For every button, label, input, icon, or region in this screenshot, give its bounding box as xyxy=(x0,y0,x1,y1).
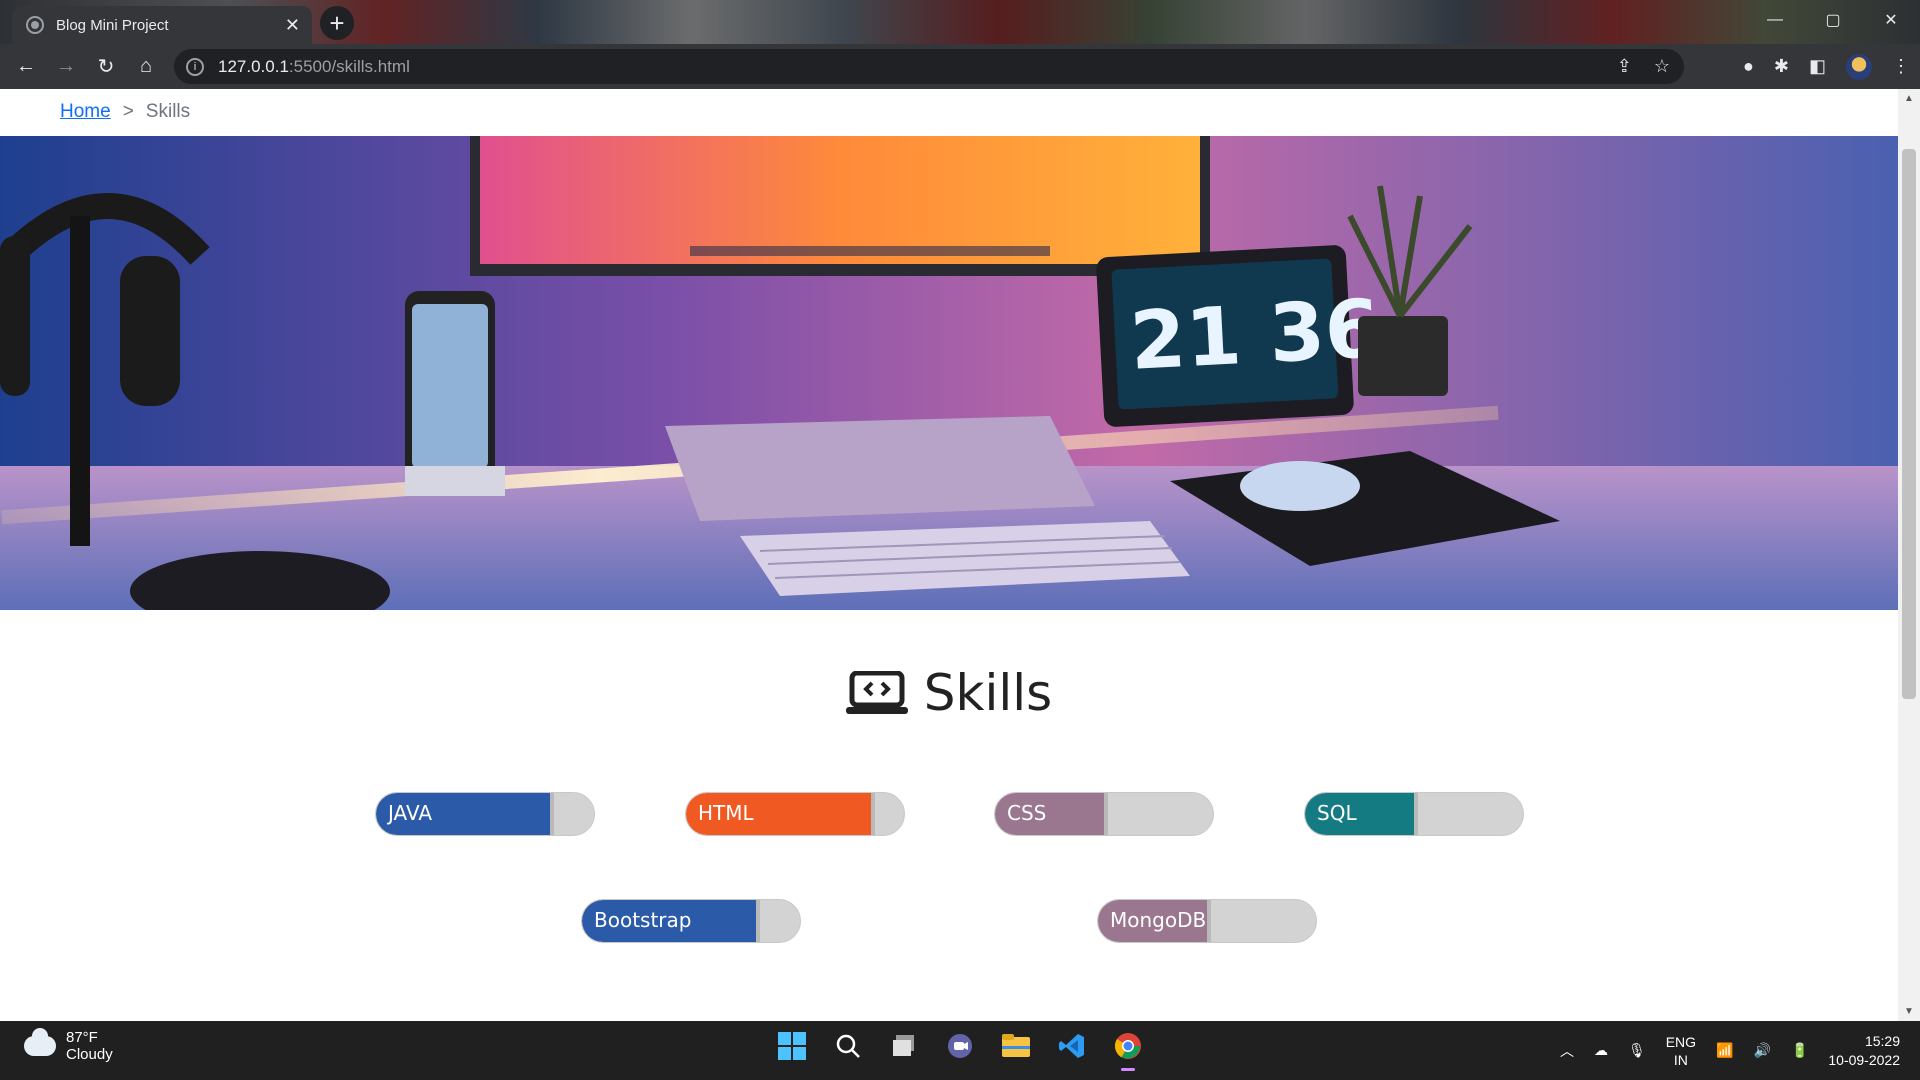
file-explorer-icon[interactable] xyxy=(999,1029,1033,1063)
skill-label: MongoDB xyxy=(1110,908,1207,932)
chrome-icon[interactable] xyxy=(1111,1029,1145,1071)
lang-region: IN xyxy=(1673,1051,1688,1068)
url-path: :5500/skills.html xyxy=(288,56,410,76)
wifi-icon[interactable]: 📶 xyxy=(1716,1042,1733,1059)
close-window-button[interactable]: ✕ xyxy=(1868,0,1914,40)
task-view-icon[interactable] xyxy=(887,1029,921,1063)
globe-icon xyxy=(26,16,44,34)
weather-temperature: 87°F xyxy=(66,1029,98,1046)
scroll-up-icon[interactable]: ▲ xyxy=(1904,93,1914,104)
skills-heading: Skills xyxy=(0,664,1898,722)
share-icon[interactable]: ⇪ xyxy=(1617,56,1632,77)
browser-toolbar: ← → ↻ ⌂ i 127.0.0.1:5500/skills.html ⇪ ☆… xyxy=(0,44,1920,89)
weather-widget[interactable]: 87°F Cloudy xyxy=(24,1028,113,1063)
taskbar-clock[interactable]: 15:29 10-09-2022 xyxy=(1828,1032,1900,1070)
extension-shield-icon[interactable]: ● xyxy=(1743,56,1754,77)
cloudy-weather-icon xyxy=(24,1028,56,1056)
side-panel-icon[interactable]: ◧ xyxy=(1809,56,1826,77)
page-content: Home > Skills 21 36 Skills JAVA HTML CSS… xyxy=(0,89,1898,1021)
browser-tab[interactable]: Blog Mini Project ✕ xyxy=(12,6,312,44)
onedrive-icon[interactable]: ☁ xyxy=(1594,1042,1608,1059)
breadcrumb-home-link[interactable]: Home xyxy=(60,101,111,123)
windows-start-icon[interactable] xyxy=(775,1029,809,1063)
skill-label: SQL xyxy=(1317,801,1357,825)
new-tab-button[interactable]: + xyxy=(320,6,354,40)
input-language[interactable]: ENG IN xyxy=(1666,1033,1696,1069)
lang-code: ENG xyxy=(1665,1033,1697,1050)
browser-titlebar: Blog Mini Project ✕ + — ▢ ✕ xyxy=(0,0,1920,44)
desk-setup-illustration: 21 36 xyxy=(0,136,1898,610)
teams-chat-icon[interactable] xyxy=(943,1029,977,1063)
reload-icon[interactable]: ↻ xyxy=(86,47,126,87)
bookmark-star-icon[interactable]: ☆ xyxy=(1654,56,1670,77)
forward-icon[interactable]: → xyxy=(46,47,86,87)
search-icon[interactable] xyxy=(831,1029,865,1063)
battery-icon[interactable]: 🔋 xyxy=(1791,1042,1808,1059)
skill-label: Bootstrap xyxy=(594,908,692,932)
menu-kebab-icon[interactable]: ⋮ xyxy=(1892,56,1910,77)
volume-icon[interactable]: 🔊 xyxy=(1754,1042,1771,1059)
laptop-code-icon xyxy=(845,671,908,714)
section-title: Skills xyxy=(923,664,1053,722)
skill-label: JAVA xyxy=(388,801,433,825)
skill-bar-mongodb: MongoDB xyxy=(1097,899,1317,943)
vscode-icon[interactable] xyxy=(1055,1029,1089,1063)
tab-title: Blog Mini Project xyxy=(56,16,169,34)
skill-label: HTML xyxy=(698,801,754,825)
vertical-scrollbar[interactable]: ▲ ▼ xyxy=(1898,89,1920,1021)
skill-bar-html: HTML xyxy=(685,792,905,836)
microphone-icon[interactable]: 🎙 xyxy=(1628,1042,1646,1059)
windows-taskbar: 87°F Cloudy ︿ ☁ 🎙 ENG IN 📶 🔊 🔋 15:29 10-… xyxy=(0,1021,1920,1080)
extensions-puzzle-icon[interactable]: ✱ xyxy=(1774,56,1789,77)
skill-bar-sql: SQL xyxy=(1304,792,1524,836)
maximize-button[interactable]: ▢ xyxy=(1810,0,1856,40)
skill-bar-css: CSS xyxy=(994,792,1214,836)
breadcrumb-separator: > xyxy=(122,101,134,122)
skill-label: CSS xyxy=(1007,801,1047,825)
home-icon[interactable]: ⌂ xyxy=(126,47,166,87)
url-host: 127.0.0.1 xyxy=(218,56,289,76)
system-tray: ︿ ☁ 🎙 ENG IN 📶 🔊 🔋 15:29 10-09-2022 xyxy=(1560,1021,1900,1080)
address-bar[interactable]: i 127.0.0.1:5500/skills.html ⇪ ☆ xyxy=(174,49,1684,84)
site-info-icon[interactable]: i xyxy=(186,57,204,76)
skill-bar-java: JAVA xyxy=(375,792,595,836)
show-hidden-icons-chevron-icon[interactable]: ︿ xyxy=(1560,1041,1574,1061)
breadcrumb: Home > Skills xyxy=(60,101,190,123)
scrollbar-thumb[interactable] xyxy=(1902,149,1916,699)
hero-image: 21 36 xyxy=(0,136,1898,610)
tab-close-icon[interactable]: ✕ xyxy=(285,15,300,36)
taskbar-apps xyxy=(775,1029,1145,1071)
minimize-button[interactable]: — xyxy=(1752,0,1798,40)
profile-avatar[interactable] xyxy=(1846,53,1872,80)
back-icon[interactable]: ← xyxy=(6,47,46,87)
breadcrumb-current: Skills xyxy=(145,101,191,122)
clock-time: 15:29 xyxy=(1864,1032,1900,1049)
clock-date: 10-09-2022 xyxy=(1828,1051,1900,1068)
tablet-clock-text: 21 36 xyxy=(1128,282,1383,388)
weather-condition: Cloudy xyxy=(66,1046,113,1063)
skill-bar-bootstrap: Bootstrap xyxy=(581,899,801,943)
scroll-down-icon[interactable]: ▼ xyxy=(1904,1006,1914,1017)
